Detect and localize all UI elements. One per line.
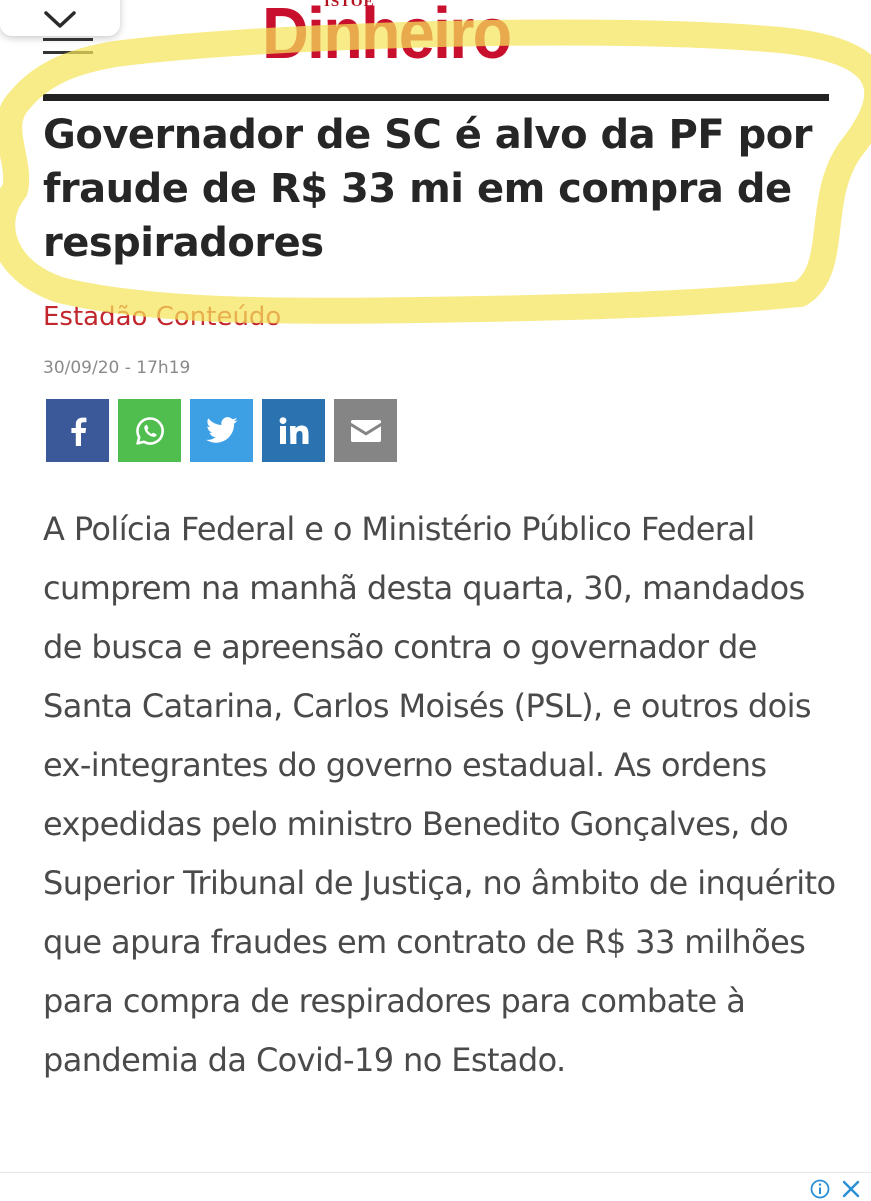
ad-close-icon[interactable] <box>840 1179 862 1199</box>
share-bar <box>46 399 397 462</box>
share-email-button[interactable] <box>334 399 397 462</box>
article-headline: Governador de SC é alvo da PF por fraude… <box>43 112 812 266</box>
share-whatsapp-button[interactable] <box>118 399 181 462</box>
logo-wordmark: Dinheiro <box>262 0 512 74</box>
article-body: A Polícia Federal e o Ministério Público… <box>43 510 836 1079</box>
ad-banner <box>0 1172 871 1201</box>
twitter-icon <box>205 417 237 443</box>
site-logo[interactable]: ISTOÉ Dinheiro <box>262 0 582 80</box>
share-facebook-button[interactable] <box>46 399 109 462</box>
article-timestamp: 30/09/20 - 17h19 <box>43 358 191 378</box>
mail-icon <box>350 419 381 442</box>
linkedin-icon <box>279 416 308 444</box>
collapse-tab[interactable] <box>0 0 120 36</box>
article-author[interactable]: Estadão Conteúdo <box>43 302 281 332</box>
share-linkedin-button[interactable] <box>262 399 325 462</box>
ad-info-icon[interactable] <box>810 1179 830 1199</box>
header-divider <box>43 94 829 101</box>
whatsapp-icon <box>135 416 164 445</box>
facebook-icon <box>70 417 86 446</box>
chevron-down-icon <box>44 11 76 28</box>
hamburger-menu-icon[interactable] <box>43 38 93 58</box>
share-twitter-button[interactable] <box>190 399 253 462</box>
